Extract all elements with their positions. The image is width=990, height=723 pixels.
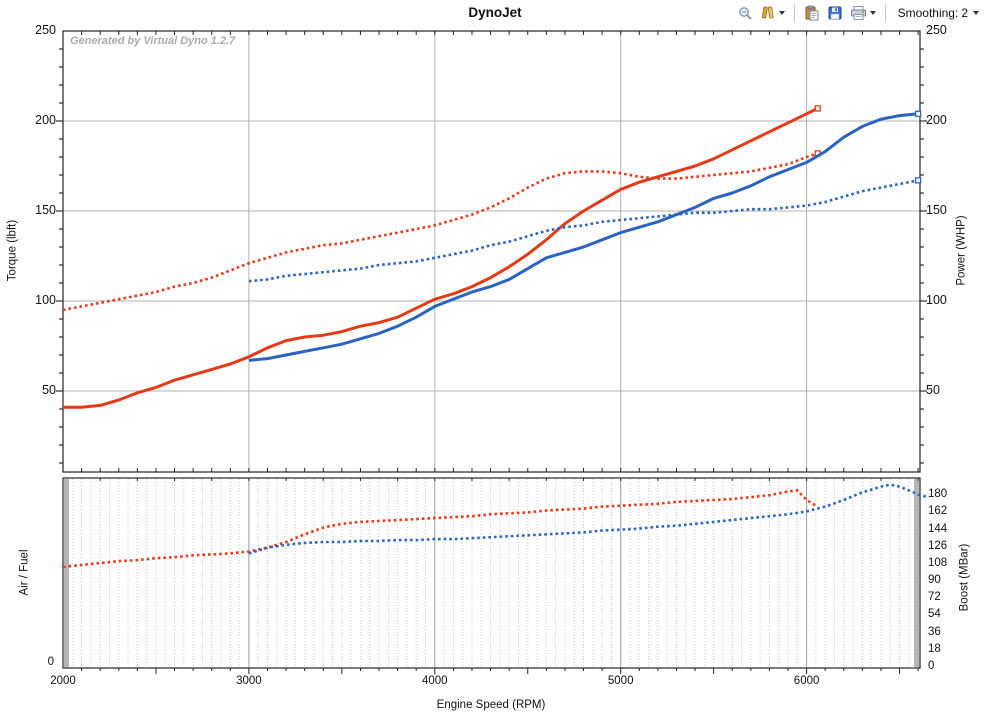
rpm-tick-label: 2000	[50, 675, 76, 687]
boost-tick-label: 90	[928, 574, 941, 587]
torque-tick-label: 250	[35, 23, 56, 37]
series-power-red-run	[62, 152, 819, 312]
boost-tick-label: 126	[928, 539, 948, 552]
app-window: DynoJet Smoothing: 2 Generated by Virtua…	[0, 0, 990, 723]
airfuel-axis-title: Air / Fuel	[18, 549, 31, 596]
boost-tick-label: 0	[928, 660, 935, 672]
torque-tick-label: 150	[35, 203, 56, 217]
airfuel-tick-label: 0	[47, 656, 54, 668]
boost-tick-label: 54	[928, 608, 941, 621]
grid-layer	[62, 30, 921, 669]
torque-axis-title: Torque (lbft)	[6, 219, 19, 282]
torque-tick-label: 100	[35, 293, 56, 307]
rpm-tick-label: 6000	[793, 675, 820, 687]
end-marker-power-blue-run	[914, 177, 922, 184]
boost-tick-label: 144	[928, 522, 948, 535]
main-panel-border	[62, 30, 921, 473]
boost-tick-label: 162	[928, 505, 948, 518]
power-tick-label: 100	[926, 293, 947, 307]
dyno-chart-canvas[interactable]	[0, 0, 990, 723]
torque-tick-label: 200	[35, 113, 56, 127]
boost-tick-label: 72	[928, 591, 941, 604]
boost-tick-label: 18	[928, 642, 941, 655]
rpm-tick-label: 4000	[422, 675, 448, 687]
tick-layer	[56, 31, 927, 674]
end-marker-torque-red-run	[814, 105, 821, 112]
series-boost-red-run	[62, 489, 817, 569]
torque-tick-label: 50	[42, 383, 56, 397]
boost-tick-label: 36	[928, 625, 941, 638]
power-tick-label: 200	[926, 113, 947, 127]
power-tick-label: 150	[926, 203, 947, 217]
series-torque-red-run	[63, 107, 819, 409]
watermark: Generated by Virtual Dyno 1.2.7	[70, 35, 236, 47]
boost-tick-label: 180	[928, 488, 948, 501]
boost-tick-label: 108	[928, 556, 948, 569]
series-power-blue-run	[248, 179, 919, 283]
series-boost-blue-run	[248, 483, 928, 555]
end-marker-torque-blue-run	[914, 110, 922, 117]
bottom-panel-border	[62, 477, 921, 669]
power-tick-label: 50	[926, 383, 940, 397]
engine-speed-axis-title: Engine Speed (RPM)	[436, 699, 546, 711]
power-tick-label: 250	[926, 23, 947, 37]
boost-axis-title: Boost (MBar)	[958, 543, 971, 612]
power-axis-title: Power (WHP)	[955, 215, 968, 286]
rpm-tick-label: 3000	[236, 675, 262, 687]
rpm-tick-label: 5000	[607, 675, 634, 687]
